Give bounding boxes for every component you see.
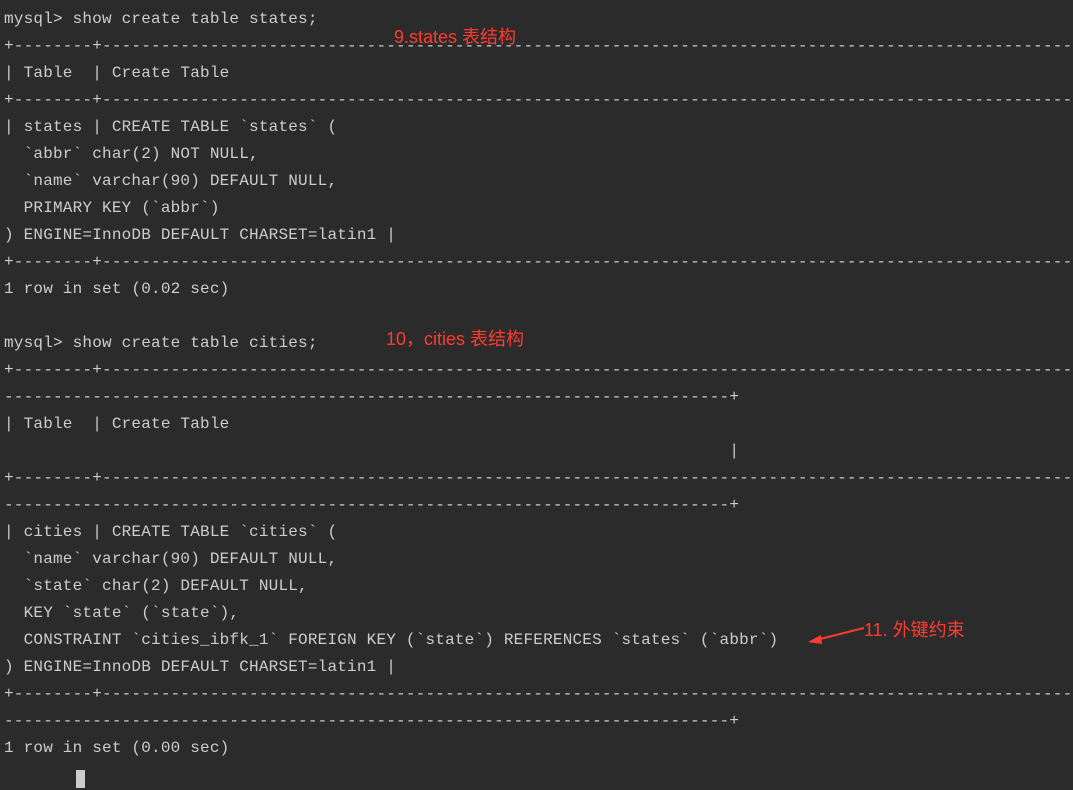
terminal-output: mysql> show create table states; +------…	[0, 0, 1073, 762]
annotation-cities-structure: 10，cities 表结构	[386, 330, 524, 348]
annotation-states-structure: 9.states 表结构	[394, 28, 516, 46]
annotation-foreign-key: 11. 外键约束	[864, 621, 965, 639]
terminal-cursor	[76, 770, 85, 788]
